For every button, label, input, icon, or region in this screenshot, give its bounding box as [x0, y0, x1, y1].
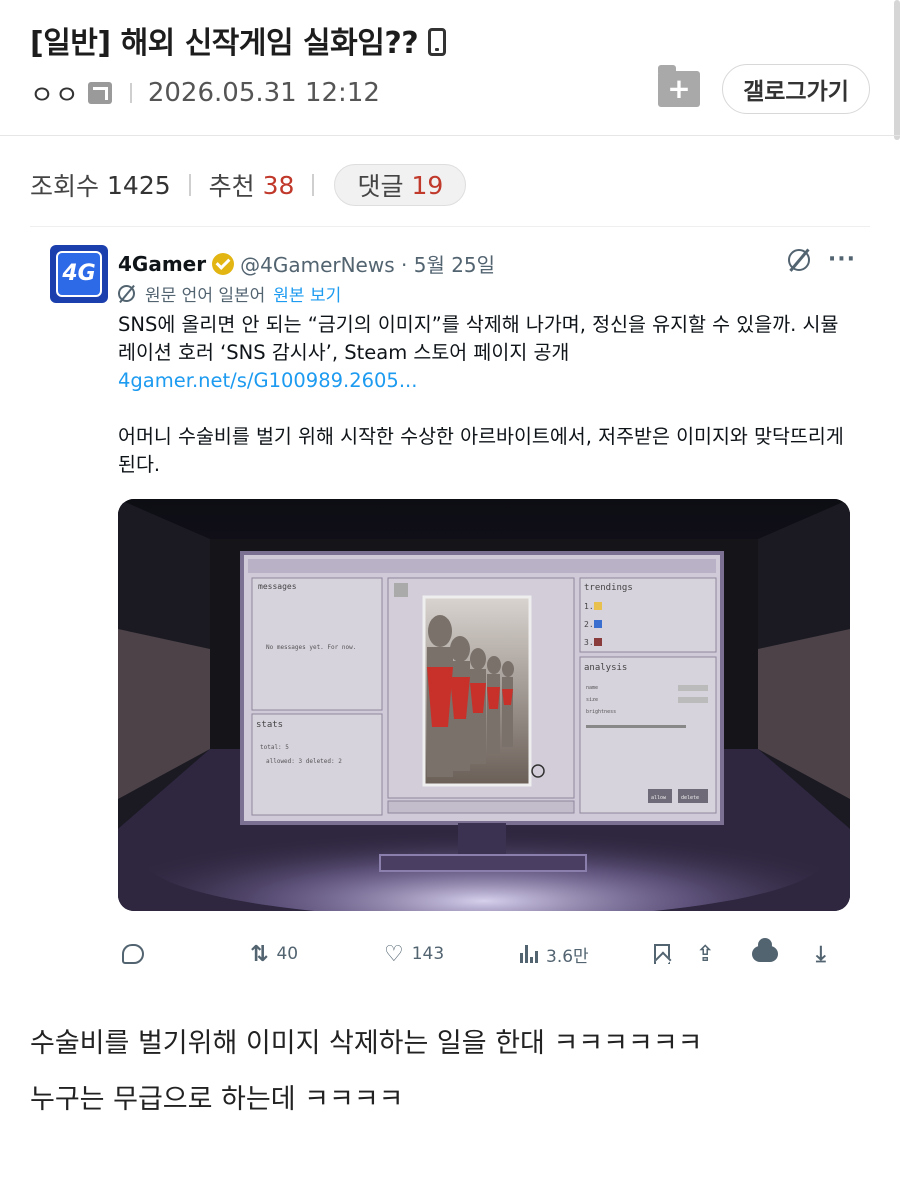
folder-plus-icon[interactable]: + [658, 65, 700, 107]
divider [188, 174, 191, 196]
post-datetime: 2026.05.31 12:12 [147, 78, 380, 108]
post-stats: 조회수 1425 추천 38 댓글 19 [30, 162, 467, 208]
game-allow-button: allow [651, 795, 667, 801]
reply-action[interactable] [122, 939, 144, 969]
verified-badge-icon [212, 252, 235, 275]
post-body-line-1: 수술비를 벌기위해 이미지 삭제하는 일을 한대 ㅋㅋㅋㅋㅋㅋ [30, 1028, 703, 1059]
bookmark-icon [654, 944, 670, 964]
grok-icon[interactable] [787, 248, 810, 271]
cloud-action[interactable] [752, 938, 778, 969]
mobile-icon [428, 27, 447, 56]
game-trending-title: trendings [584, 583, 633, 593]
avatar[interactable]: 4G [50, 245, 108, 303]
post-body: 수술비를 벌기위해 이미지 삭제하는 일을 한대 ㅋㅋㅋㅋㅋㅋ 누구는 무급으로… [30, 1016, 870, 1128]
tweet-views-count: 3.6만 [546, 946, 589, 967]
game-stats-title: stats [256, 720, 283, 730]
recommend-label: 추천 [208, 172, 255, 201]
post-body-line-2: 누구는 무급으로 하는데 ㅋㅋㅋㅋ [30, 1084, 404, 1115]
comments-label: 댓글 [357, 172, 404, 201]
gallog-button[interactable]: 갤로그가기 [722, 64, 870, 114]
download-action[interactable]: ⤓ [816, 939, 826, 969]
like-count: 143 [411, 944, 445, 964]
translate-row: 원문 언어 일본어 원본 보기 [118, 281, 341, 306]
views-label: 조회수 [30, 172, 100, 201]
translate-note: 원문 언어 일본어 [145, 286, 266, 306]
recommend-count: 38 [262, 170, 295, 200]
share-icon: ⇪ [696, 941, 715, 967]
game-messages-empty: No messages yet. For now. [266, 644, 356, 651]
like-action[interactable]: ♡ 143 [384, 939, 444, 969]
tweet-actions: ⇅ 40 ♡ 143 3.6만 ⇪ ⤓ [118, 938, 850, 969]
views-action[interactable]: 3.6만 [520, 939, 589, 969]
show-original-link[interactable]: 원본 보기 [273, 281, 341, 306]
game-stats-detail: allowed: 3 deleted: 2 [266, 758, 342, 765]
avatar-logo: 4G [56, 251, 102, 297]
game-analysis-row-1: name [586, 685, 598, 691]
views-count: 1425 [107, 170, 171, 200]
post-title: [일반] 해외 신작게임 실화임?? [30, 18, 447, 62]
game-stats-total: total: 5 [260, 744, 289, 751]
more-icon[interactable]: ··· [828, 247, 856, 272]
tweet-author-row: 4Gamer @4GamerNews · 5월 25일 [118, 249, 495, 278]
game-delete-button: delete [681, 795, 699, 801]
tweet-text-2: 어머니 수술비를 벌기 위해 시작한 수상한 아르바이트에서, 저주받은 이미지… [118, 425, 844, 476]
reply-icon [122, 944, 144, 964]
tweet-link[interactable]: 4gamer.net/s/G100989.2605... [118, 367, 848, 395]
embedded-tweet: 4G 4Gamer @4GamerNews · 5월 25일 ··· 원문 언어… [30, 226, 870, 986]
game-trending-2: 2. [584, 620, 594, 629]
retweet-count: 40 [276, 944, 299, 964]
game-analysis-row-3: brightness [586, 709, 616, 715]
game-trending-1: 1. [584, 602, 594, 611]
post-header: [일반] 해외 신작게임 실화임?? ㅇㅇ 2026.05.31 12:12 +… [0, 0, 900, 136]
tweet-text-1: SNS에 올리면 안 되는 “금기의 이미지”를 삭제해 나가며, 정신을 유지… [118, 313, 839, 364]
download-icon: ⤓ [816, 941, 826, 967]
retweet-action[interactable]: ⇅ 40 [250, 939, 298, 969]
game-screenshot[interactable]: messages No messages yet. For now. stats… [118, 499, 850, 911]
member-icon [87, 82, 112, 104]
divider [312, 174, 315, 196]
post-title-text: [일반] 해외 신작게임 실화임?? [30, 26, 419, 61]
retweet-icon: ⇅ [250, 941, 269, 967]
cloud-icon [752, 938, 778, 962]
game-analysis-row-2: size [586, 697, 598, 703]
share-action[interactable]: ⇪ [696, 939, 714, 969]
tweet-author-name[interactable]: 4Gamer [118, 252, 206, 276]
translate-icon [118, 285, 135, 302]
game-analysis-title: analysis [584, 663, 627, 673]
game-trending-3: 3. [584, 638, 594, 647]
comments-button[interactable]: 댓글 19 [334, 164, 467, 206]
comments-count: 19 [411, 170, 444, 200]
tweet-top-icons: ··· [787, 247, 856, 272]
bookmark-action[interactable] [654, 939, 670, 969]
heart-icon: ♡ [384, 941, 404, 967]
bar-chart-icon [520, 945, 538, 963]
post-meta: ㅇㅇ 2026.05.31 12:12 [30, 75, 380, 112]
game-messages-title: messages [258, 582, 297, 591]
tweet-body: SNS에 올리면 안 되는 “금기의 이미지”를 삭제해 나가며, 정신을 유지… [118, 311, 848, 507]
author-name[interactable]: ㅇㅇ [30, 75, 80, 112]
divider [129, 83, 132, 103]
tweet-handle-date: @4GamerNews · 5월 25일 [240, 253, 496, 277]
